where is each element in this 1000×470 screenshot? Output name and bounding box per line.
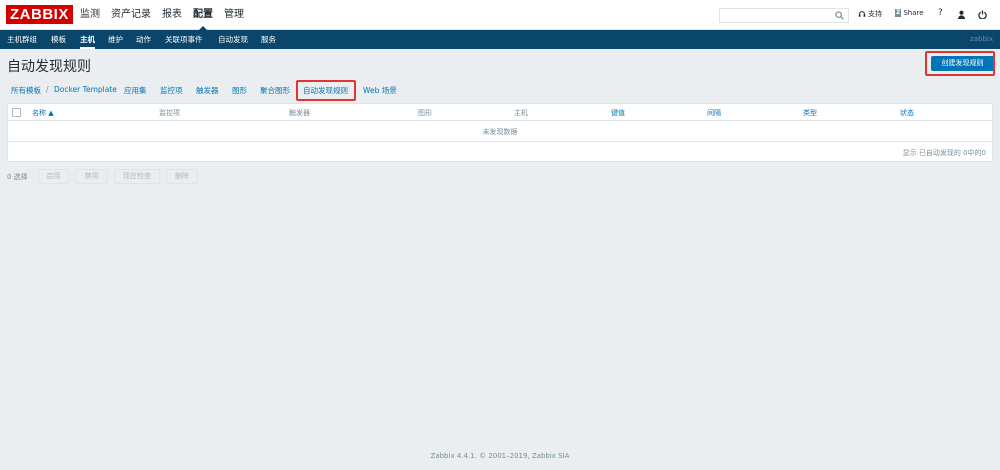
subnav-host-groups[interactable]: 主机群组 bbox=[7, 30, 37, 49]
menu-inventory[interactable]: 资产记录 bbox=[111, 0, 151, 30]
subnav-event-correlation[interactable]: 关联项事件 bbox=[165, 30, 203, 49]
select-all-checkbox[interactable] bbox=[12, 108, 21, 117]
menu-administration[interactable]: 管理 bbox=[224, 0, 244, 30]
column-hosts: 主机 bbox=[514, 109, 528, 117]
menu-configuration[interactable]: 配置 bbox=[193, 0, 213, 31]
subnav-actions[interactable]: 动作 bbox=[136, 30, 151, 49]
share-label: Share bbox=[903, 9, 924, 17]
column-key[interactable]: 键值 bbox=[611, 108, 625, 118]
tab-triggers[interactable]: 触发器 bbox=[196, 85, 219, 96]
subnav-services[interactable]: 服务 bbox=[261, 30, 276, 49]
breadcrumb-separator: / bbox=[46, 85, 49, 94]
column-type[interactable]: 类型 bbox=[803, 108, 817, 118]
subnav-hosts[interactable]: 主机 bbox=[80, 30, 95, 49]
support-link[interactable]: 支持 bbox=[858, 9, 882, 19]
subnav-maintenance[interactable]: 维护 bbox=[108, 30, 123, 49]
column-items: 监控项 bbox=[159, 109, 180, 117]
page-title: 自动发现规则 bbox=[7, 59, 91, 75]
zabbix-logo[interactable]: ZABBIX bbox=[6, 5, 73, 24]
disable-button[interactable]: 禁用 bbox=[75, 169, 108, 184]
search-icon[interactable] bbox=[835, 11, 844, 20]
tab-applications[interactable]: 应用集 bbox=[124, 85, 147, 96]
subnav-templates[interactable]: 模板 bbox=[51, 30, 66, 49]
column-name[interactable]: 名称 ▲ bbox=[32, 108, 54, 118]
share-link[interactable]: Z Share bbox=[895, 9, 924, 17]
tab-screens[interactable]: 聚合图形 bbox=[260, 85, 290, 96]
server-name: zabbix bbox=[970, 35, 993, 43]
column-status[interactable]: 状态 bbox=[900, 108, 914, 118]
breadcrumb-template[interactable]: Docker Template bbox=[54, 85, 117, 94]
delete-button[interactable]: 删除 bbox=[166, 169, 198, 184]
footer-copyright: Zabbix 4.4.1. © 2001–2019, Zabbix SIA bbox=[430, 452, 570, 460]
search-box bbox=[719, 8, 849, 23]
tab-discovery-rules[interactable]: 自动发现规则 bbox=[303, 85, 348, 96]
column-graphs: 图形 bbox=[418, 109, 432, 117]
share-icon: Z bbox=[895, 9, 902, 17]
paging-info: 显示 已自动发现的 0中的0 bbox=[902, 149, 986, 157]
selected-count: 0 选择 bbox=[7, 173, 28, 181]
check-now-button[interactable]: 现在检查 bbox=[114, 169, 160, 184]
user-profile-icon[interactable] bbox=[957, 10, 966, 19]
menu-reports[interactable]: 报表 bbox=[162, 0, 182, 30]
column-triggers: 触发器 bbox=[289, 109, 310, 117]
create-discovery-rule-button[interactable]: 创建发现规则 bbox=[931, 56, 994, 71]
empty-table-message: 未发现数据 bbox=[8, 122, 992, 142]
sub-navigation: 主机群组 模板 主机 维护 动作 关联项事件 自动发现 服务 zabbix bbox=[0, 30, 1000, 49]
table-header: 名称 ▲ 监控项 触发器 图形 主机 键值 间隔 类型 状态 bbox=[8, 104, 992, 121]
help-icon[interactable]: ? bbox=[938, 8, 943, 18]
menu-monitoring[interactable]: 监测 bbox=[80, 0, 100, 30]
tab-graphs[interactable]: 图形 bbox=[232, 85, 247, 96]
discovery-rules-table: 名称 ▲ 监控项 触发器 图形 主机 键值 间隔 类型 状态 未发现数据 显示 … bbox=[7, 103, 993, 162]
tab-items[interactable]: 监控项 bbox=[160, 85, 183, 96]
breadcrumb-all-templates[interactable]: 所有模板 bbox=[11, 85, 41, 96]
support-label: 支持 bbox=[868, 10, 882, 18]
top-header: ZABBIX 监测 资产记录 报表 配置 管理 支持 Z Share ? bbox=[0, 0, 1000, 31]
subnav-discovery[interactable]: 自动发现 bbox=[218, 30, 248, 49]
search-input[interactable] bbox=[720, 9, 830, 22]
main-menu: 监测 资产记录 报表 配置 管理 bbox=[80, 0, 255, 31]
column-interval[interactable]: 间隔 bbox=[707, 108, 721, 118]
logout-icon[interactable] bbox=[978, 10, 987, 19]
tab-web-scenarios[interactable]: Web 场景 bbox=[363, 85, 397, 96]
enable-button[interactable]: 启用 bbox=[38, 169, 69, 184]
headset-icon bbox=[858, 11, 866, 17]
